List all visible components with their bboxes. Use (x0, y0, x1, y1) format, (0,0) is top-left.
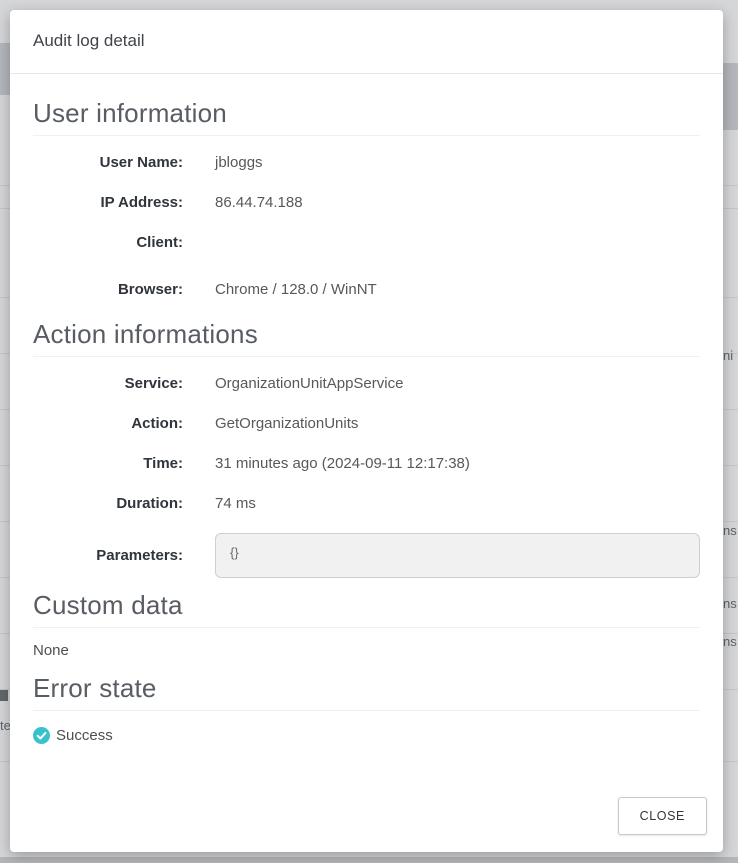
custom-data-value: None (33, 642, 700, 659)
background-text-fragment: te (0, 718, 10, 733)
ip-address-label: IP Address: (33, 192, 183, 213)
row-service: Service: OrganizationUnitAppService (33, 373, 700, 394)
row-action: Action: GetOrganizationUnits (33, 413, 700, 434)
row-ip-address: IP Address: 86.44.74.188 (33, 192, 700, 213)
row-browser: Browser: Chrome / 128.0 / WinNT (33, 279, 700, 300)
duration-value: 74 ms (215, 493, 256, 514)
browser-label: Browser: (33, 279, 183, 300)
parameters-label: Parameters: (33, 533, 183, 578)
background-band-left (0, 43, 10, 95)
action-informations-rows: Service: OrganizationUnitAppService Acti… (33, 373, 700, 578)
parameters-input[interactable]: {} (215, 533, 700, 578)
section-heading-user-information: User information (33, 98, 700, 136)
background-icon-fragment (0, 690, 8, 701)
close-button[interactable]: CLOSE (618, 797, 707, 835)
background-bottom-strip (0, 857, 738, 863)
dialog-body: User information User Name: jbloggs IP A… (10, 74, 723, 744)
dialog-title: Audit log detail (33, 31, 700, 51)
audit-log-detail-dialog: Audit log detail User information User N… (10, 10, 723, 852)
section-heading-custom-data: Custom data (33, 590, 700, 628)
time-value: 31 minutes ago (2024-09-11 12:17:38) (215, 453, 470, 474)
row-time: Time: 31 minutes ago (2024-09-11 12:17:3… (33, 453, 700, 474)
browser-value: Chrome / 128.0 / WinNT (215, 279, 377, 300)
service-label: Service: (33, 373, 183, 394)
row-user-name: User Name: jbloggs (33, 152, 700, 173)
user-name-label: User Name: (33, 152, 183, 173)
error-state-status: Success (33, 727, 700, 744)
background-band-right (723, 63, 738, 130)
background-text-fragment: ns (723, 523, 738, 538)
background-text-fragment: ns (723, 596, 738, 611)
success-check-icon (33, 727, 50, 744)
section-heading-action-informations: Action informations (33, 319, 700, 357)
background-text-fragment: ns (723, 634, 738, 649)
client-label: Client: (33, 232, 183, 253)
dialog-header: Audit log detail (10, 10, 723, 74)
action-label: Action: (33, 413, 183, 434)
user-name-value: jbloggs (215, 152, 263, 173)
section-heading-error-state: Error state (33, 673, 700, 711)
row-duration: Duration: 74 ms (33, 493, 700, 514)
dialog-footer: CLOSE (618, 797, 707, 835)
user-information-rows: User Name: jbloggs IP Address: 86.44.74.… (33, 152, 700, 300)
time-label: Time: (33, 453, 183, 474)
row-client: Client: (33, 232, 700, 253)
status-text: Success (56, 727, 113, 744)
background-text-fragment: ni (723, 348, 738, 363)
ip-address-value: 86.44.74.188 (215, 192, 303, 213)
action-value: GetOrganizationUnits (215, 413, 358, 434)
row-parameters: Parameters: {} (33, 533, 700, 578)
service-value: OrganizationUnitAppService (215, 373, 403, 394)
duration-label: Duration: (33, 493, 183, 514)
